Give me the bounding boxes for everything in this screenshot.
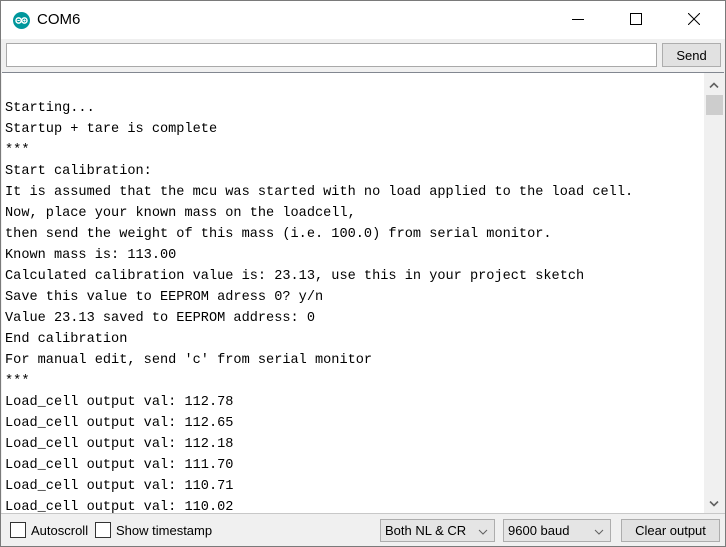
minimize-button[interactable] <box>555 1 601 39</box>
chevron-down-icon <box>478 525 488 540</box>
serial-monitor-window: COM6 Send Starting... Startup + tare is c… <box>0 0 726 547</box>
send-row: Send <box>1 39 725 71</box>
output-line: Load_cell output val: 111.70 <box>5 458 234 473</box>
output-line: Load_cell output val: 110.71 <box>5 479 234 494</box>
line-ending-select[interactable]: Both NL & CR <box>380 519 495 542</box>
output-text: Starting... Startup + tare is complete ***… <box>5 98 703 513</box>
timestamp-toggle[interactable]: Show timestamp <box>95 522 212 538</box>
output-line: Starting... <box>5 101 95 116</box>
timestamp-checkbox[interactable] <box>95 522 111 538</box>
close-icon <box>687 12 701 28</box>
baud-rate-value: 9600 baud <box>508 523 570 538</box>
output-line: Calculated calibration value is: 23.13, … <box>5 269 585 284</box>
maximize-button[interactable] <box>613 1 659 39</box>
autoscroll-label: Autoscroll <box>31 522 89 538</box>
baud-rate-select[interactable]: 9600 baud <box>503 519 611 542</box>
output-line: End calibration <box>5 332 128 347</box>
message-input[interactable] <box>6 43 657 67</box>
output-line: It is assumed that the mcu was started w… <box>5 185 634 200</box>
output-line: *** <box>5 143 30 158</box>
output-line: Load_cell output val: 112.18 <box>5 437 234 452</box>
autoscroll-toggle[interactable]: Autoscroll <box>10 522 88 538</box>
chevron-down-icon <box>594 525 604 540</box>
output-line: Known mass is: 113.00 <box>5 248 177 263</box>
chevron-up-icon <box>709 76 719 91</box>
scroll-down-button[interactable] <box>704 492 724 512</box>
bottom-bar: Autoscroll Show timestamp Both NL & CR 9… <box>1 513 725 546</box>
output-line: Load_cell output val: 112.78 <box>5 395 234 410</box>
arduino-icon <box>13 12 30 29</box>
window-title: COM6 <box>37 11 81 28</box>
output-line: *** <box>5 374 30 389</box>
serial-output[interactable]: Starting... Startup + tare is complete ***… <box>2 72 724 513</box>
output-line: then send the weight of this mass (i.e. … <box>5 227 552 242</box>
output-line: Now, place your known mass on the loadce… <box>5 206 356 221</box>
output-line: Save this value to EEPROM adress 0? y/n <box>5 290 324 305</box>
scroll-up-button[interactable] <box>704 73 724 93</box>
maximize-icon <box>630 12 642 28</box>
title-bar[interactable]: COM6 <box>1 1 725 39</box>
vertical-scrollbar[interactable] <box>704 73 724 513</box>
output-line: Startup + tare is complete <box>5 122 218 137</box>
output-line: For manual edit, send 'c' from serial mo… <box>5 353 373 368</box>
clear-output-button[interactable]: Clear output <box>621 519 720 542</box>
output-line: Start calibration: <box>5 164 152 179</box>
minimize-icon <box>572 13 584 28</box>
close-button[interactable] <box>671 1 717 39</box>
output-line: Value 23.13 saved to EEPROM address: 0 <box>5 311 315 326</box>
timestamp-label: Show timestamp <box>116 522 213 538</box>
scrollbar-thumb[interactable] <box>706 95 723 115</box>
chevron-down-icon <box>709 495 719 510</box>
output-line: Load_cell output val: 112.65 <box>5 416 234 431</box>
line-ending-value: Both NL & CR <box>385 523 467 538</box>
output-line: Load_cell output val: 110.02 <box>5 500 234 513</box>
autoscroll-checkbox[interactable] <box>10 522 26 538</box>
send-button[interactable]: Send <box>662 43 721 67</box>
